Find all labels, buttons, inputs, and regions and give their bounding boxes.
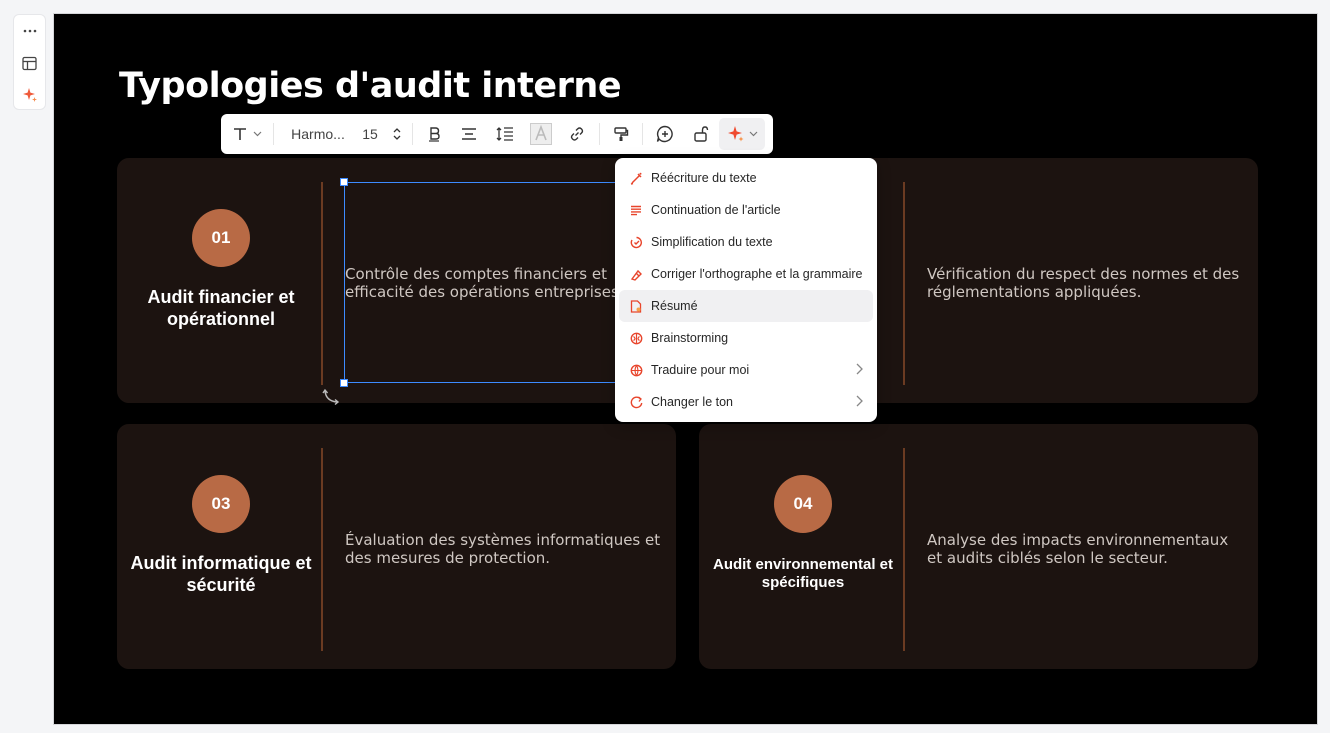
chevron-down-icon <box>253 131 262 137</box>
text-effect-button[interactable] <box>523 118 559 150</box>
text-type-icon <box>234 128 246 140</box>
number-badge: 03 <box>192 475 250 533</box>
more-icon[interactable] <box>14 17 45 45</box>
translate-icon <box>629 363 643 377</box>
text-style-button[interactable] <box>225 118 269 150</box>
font-size-stepper[interactable] <box>390 118 404 150</box>
format-painter-button[interactable] <box>604 118 638 150</box>
divider-line <box>321 182 323 385</box>
rotate-handle-icon[interactable] <box>322 387 342 407</box>
toolbar-divider <box>599 123 600 145</box>
unlock-icon <box>694 126 709 142</box>
bold-button[interactable] <box>417 118 451 150</box>
slide-title[interactable]: Typologies d'audit interne <box>119 66 622 106</box>
rewrite-icon <box>629 171 643 185</box>
ai-actions-menu: Réécriture du texte Continuation de l'ar… <box>615 158 877 422</box>
menu-item-tone[interactable]: Changer le ton <box>619 386 873 418</box>
font-family-select[interactable]: Harmo... <box>278 118 350 150</box>
chevron-right-icon <box>856 395 863 407</box>
menu-item-translate[interactable]: Traduire pour moi <box>619 354 873 386</box>
card-title: Audit informatique et sécurité <box>130 553 312 595</box>
resize-handle-bottom-left[interactable] <box>340 379 348 387</box>
divider-line <box>903 182 905 385</box>
text-effect-icon <box>530 123 552 145</box>
selection-box[interactable] <box>340 178 634 387</box>
menu-item-brainstorm[interactable]: Brainstorming <box>619 322 873 354</box>
card-03[interactable]: 03 Audit informatique et sécurité Évalua… <box>117 424 676 669</box>
card-04[interactable]: 04 Audit environnemental et spécifiques … <box>699 424 1258 669</box>
sparkle-icon[interactable] <box>14 81 45 109</box>
add-comment-button[interactable] <box>647 118 683 150</box>
card-description[interactable]: Évaluation des systèmes informatiques et… <box>345 531 665 567</box>
line-spacing-button[interactable] <box>487 118 523 150</box>
tone-icon <box>629 395 643 409</box>
spellcheck-icon <box>629 267 643 281</box>
card-description[interactable]: Analyse des impacts environnementaux et … <box>927 531 1247 567</box>
link-icon <box>570 127 584 141</box>
chevron-down-icon <box>749 131 757 137</box>
left-rail <box>13 14 46 110</box>
align-center-icon <box>462 128 476 140</box>
link-button[interactable] <box>559 118 595 150</box>
toolbar-divider <box>642 123 643 145</box>
text-format-toolbar: Harmo... 15 <box>221 114 773 154</box>
line-spacing-icon <box>496 127 513 141</box>
summary-icon <box>629 299 643 313</box>
lock-button[interactable] <box>683 118 719 150</box>
bold-icon <box>429 127 440 142</box>
brain-icon <box>629 331 643 345</box>
simplify-icon <box>629 235 643 249</box>
menu-item-continue[interactable]: Continuation de l'article <box>619 194 873 226</box>
ai-sparkle-icon <box>727 126 743 142</box>
resize-handle-top-left[interactable] <box>340 178 348 186</box>
comment-add-icon <box>656 125 673 143</box>
menu-item-summary[interactable]: Résumé <box>619 290 873 322</box>
card-description[interactable]: Vérification du respect des normes et de… <box>927 265 1247 301</box>
card-title: Audit environnemental et spécifiques <box>712 556 894 591</box>
align-button[interactable] <box>451 118 487 150</box>
format-painter-icon <box>614 127 629 141</box>
chevron-right-icon <box>856 363 863 375</box>
menu-item-spellcheck[interactable]: Corriger l'orthographe et la grammaire <box>619 258 873 290</box>
menu-item-rewrite[interactable]: Réécriture du texte <box>619 162 873 194</box>
ai-assistant-button[interactable] <box>719 118 765 150</box>
card-title: Audit financier et opérationnel <box>147 287 295 329</box>
divider-line <box>903 448 905 651</box>
menu-item-simplify[interactable]: Simplification du texte <box>619 226 873 258</box>
number-badge: 04 <box>774 475 832 533</box>
divider-line <box>321 448 323 651</box>
number-badge: 01 <box>192 209 250 267</box>
continue-icon <box>629 203 643 217</box>
layout-icon[interactable] <box>14 49 45 77</box>
font-size-input[interactable]: 15 <box>350 118 390 150</box>
toolbar-divider <box>273 123 274 145</box>
toolbar-divider <box>412 123 413 145</box>
stepper-arrows-icon <box>393 128 401 140</box>
